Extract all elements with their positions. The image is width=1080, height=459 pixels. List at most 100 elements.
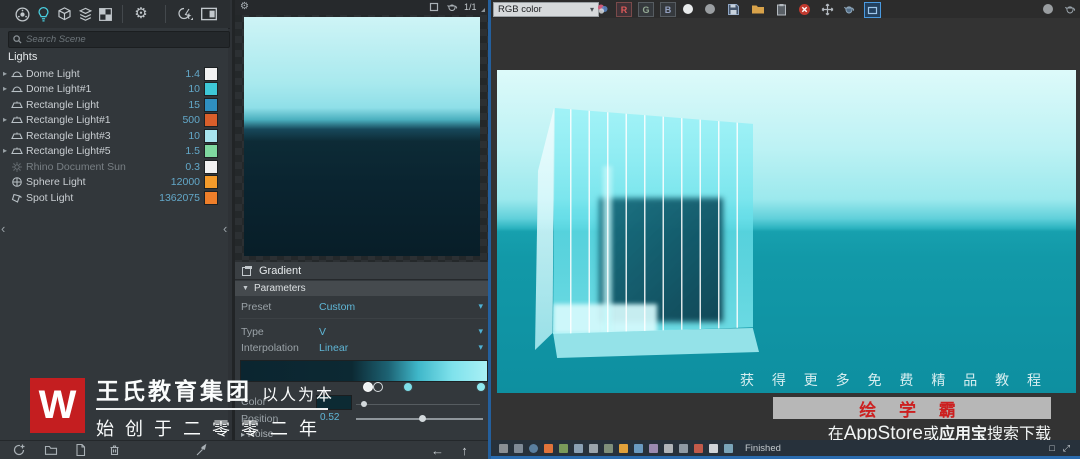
monochrome-icon[interactable] <box>705 4 715 14</box>
green-channel-button[interactable]: G <box>638 2 654 17</box>
search-input[interactable]: Search Scene <box>8 31 230 48</box>
light-row[interactable]: Rectangle Light#3 10 <box>0 128 228 143</box>
back-arrow-icon[interactable]: ← <box>430 443 445 458</box>
status-toolbar-icon[interactable] <box>649 443 658 453</box>
status-toolbar-icon[interactable] <box>709 443 718 453</box>
chevron-down-icon[interactable]: ▾ <box>478 342 483 353</box>
preset-dropdown[interactable]: Custom <box>319 301 355 313</box>
clipboard-icon[interactable] <box>774 2 789 16</box>
stats-toggle-icon[interactable]: □ <box>1049 443 1054 454</box>
gradient-stop-selected[interactable] <box>363 382 373 392</box>
light-row[interactable]: Spot Light 1362075 <box>0 190 228 205</box>
panel-collapse-handle[interactable]: ‹ <box>1 221 5 236</box>
save-image-icon[interactable] <box>726 2 741 16</box>
chevron-down-icon[interactable]: ▾ <box>478 301 483 312</box>
light-color-swatch[interactable] <box>204 143 218 158</box>
track-mouse-icon[interactable] <box>820 2 835 16</box>
status-toolbar-icon[interactable] <box>589 443 598 453</box>
light-color-swatch[interactable] <box>204 159 218 174</box>
clear-image-icon[interactable] <box>797 2 812 16</box>
file-icon[interactable] <box>74 443 89 458</box>
light-color-swatch[interactable] <box>204 190 218 205</box>
interpolation-dropdown[interactable]: Linear <box>319 342 348 354</box>
zoom-dropdown-corner-icon[interactable] <box>481 8 485 12</box>
preview-teapot-icon[interactable] <box>446 2 458 12</box>
add-asset-icon[interactable] <box>12 443 27 458</box>
expand-arrow-icon[interactable]: ▸ <box>0 115 10 124</box>
light-color-swatch[interactable] <box>204 81 218 96</box>
preview-shape-rect-icon[interactable] <box>429 2 439 12</box>
region-render-icon[interactable] <box>864 2 881 18</box>
light-color-swatch[interactable] <box>204 66 218 81</box>
rectangle-light-icon <box>10 99 26 111</box>
preset-row: Preset Custom ▾ <box>241 301 483 313</box>
position-slider-handle[interactable] <box>419 415 426 422</box>
light-row[interactable]: Sphere Light 12000 <box>0 174 228 189</box>
texture-preview-area[interactable] <box>235 15 491 262</box>
light-color-swatch[interactable] <box>204 128 218 143</box>
blue-channel-button[interactable]: B <box>660 2 676 17</box>
status-toolbar-icon[interactable] <box>604 443 613 453</box>
parameters-section-header[interactable]: ▼ Parameters <box>235 281 491 296</box>
delete-icon[interactable] <box>108 443 123 458</box>
preview-zoom-level[interactable]: 1/1 <box>464 2 477 12</box>
interactive-render-icon[interactable] <box>176 5 194 23</box>
light-row[interactable]: ▸ Rectangle Light#5 1.5 <box>0 143 228 158</box>
toggle-right-panel-icon[interactable] <box>200 5 218 23</box>
chevron-down-icon[interactable]: ▾ <box>478 326 483 337</box>
status-toolbar-icon[interactable] <box>544 443 553 453</box>
channel-select[interactable]: RGB color ▾ <box>493 2 599 17</box>
light-color-swatch[interactable] <box>204 97 218 112</box>
status-toolbar-icon[interactable] <box>619 443 628 453</box>
gradient-stop[interactable] <box>476 382 486 392</box>
expand-arrow-icon[interactable]: ▸ <box>0 84 10 93</box>
color-mini-slider[interactable] <box>356 404 480 405</box>
light-color-swatch[interactable] <box>204 112 218 127</box>
open-folder-icon[interactable] <box>44 443 59 458</box>
expand-arrow-icon[interactable]: ▸ <box>0 69 10 78</box>
color-mini-slider-handle[interactable] <box>361 401 367 407</box>
status-toolbar-icon[interactable] <box>559 443 568 453</box>
teapot-preview-icon[interactable] <box>1063 2 1078 16</box>
gradient-stop[interactable] <box>373 382 383 392</box>
light-row[interactable]: ▸ Dome Light#1 10 <box>0 81 228 96</box>
lights-section-title: Lights <box>8 51 38 63</box>
white-balance-icon[interactable] <box>683 4 693 14</box>
textures-tab-icon[interactable] <box>96 5 114 23</box>
status-toolbar-icon[interactable] <box>694 443 703 453</box>
status-toolbar-icon[interactable] <box>679 443 688 453</box>
search-icon <box>13 35 22 44</box>
status-toolbar-icon[interactable] <box>724 443 733 453</box>
status-toolbar-icon[interactable] <box>499 443 508 453</box>
light-row[interactable]: ▸ Dome Light 1.4 <box>0 66 228 81</box>
red-channel-button[interactable]: R <box>616 2 632 17</box>
rendered-image[interactable]: 获 得 更 多 免 费 精 品 教 程 <box>497 70 1076 393</box>
light-color-swatch[interactable] <box>204 174 218 189</box>
status-toolbar-icon[interactable] <box>574 443 583 453</box>
type-dropdown[interactable]: V <box>319 326 326 338</box>
settings-icon[interactable]: ⚙ <box>132 5 150 23</box>
light-row[interactable]: Rectangle Light 15 <box>0 97 228 112</box>
render-assets-icon[interactable] <box>13 5 31 23</box>
sphere-preview-icon[interactable] <box>1043 4 1053 14</box>
expand-arrow-icon[interactable]: ▸ <box>0 146 10 155</box>
up-arrow-icon[interactable]: ↑ <box>457 443 472 458</box>
light-row[interactable]: Rhino Document Sun 0.3 <box>0 159 228 174</box>
panel-collapse-handle[interactable]: ‹ <box>223 221 227 236</box>
render-last-icon[interactable] <box>842 2 857 16</box>
status-toolbar-icon[interactable] <box>634 443 643 453</box>
status-toolbar-icon[interactable] <box>514 443 523 453</box>
rgb-channels-icon[interactable] <box>595 2 610 16</box>
resize-icon[interactable]: ⤢ <box>1063 443 1070 454</box>
gradient-stop[interactable] <box>403 382 413 392</box>
preview-settings-icon[interactable]: ⚙ <box>240 1 249 12</box>
render-elements-tab-icon[interactable] <box>76 5 94 23</box>
status-toolbar-icon[interactable] <box>664 443 673 453</box>
geometry-tab-icon[interactable] <box>55 5 73 23</box>
purge-icon[interactable] <box>194 443 209 458</box>
gradient-ramp[interactable] <box>240 360 488 382</box>
lights-tab-icon[interactable] <box>34 5 52 23</box>
load-image-icon[interactable] <box>750 2 765 16</box>
status-toolbar-icon[interactable] <box>529 443 538 453</box>
light-row[interactable]: ▸ Rectangle Light#1 500 <box>0 112 228 127</box>
